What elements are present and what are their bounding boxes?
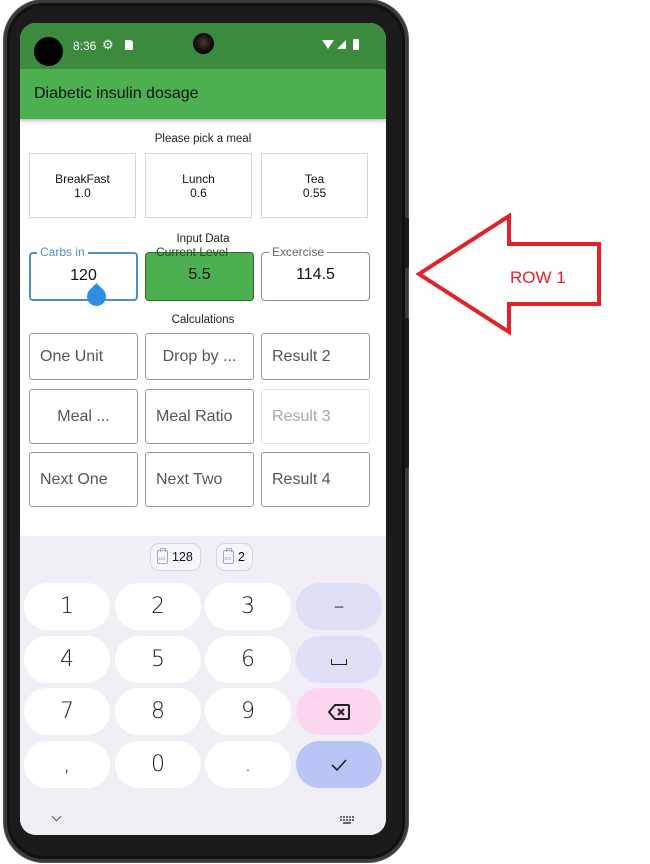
battery-icon bbox=[353, 39, 359, 50]
meal-card-lunch[interactable]: Lunch 0.6 bbox=[145, 153, 252, 218]
carbs-in-label: Carbs in bbox=[37, 245, 88, 259]
camera-cutout-icon bbox=[34, 37, 63, 66]
key-4[interactable]: 4 bbox=[24, 636, 110, 683]
clipboard-numbers-icon bbox=[223, 548, 234, 564]
current-level-label: Current Level bbox=[156, 245, 229, 259]
calc-result-2[interactable]: Result 2 bbox=[261, 333, 370, 380]
carbs-in-field[interactable]: Carbs in 120 bbox=[29, 245, 138, 301]
key-space[interactable] bbox=[296, 636, 382, 683]
calc-meal-ratio[interactable]: Meal Ratio bbox=[145, 389, 254, 444]
calculations-label: Calculations bbox=[171, 314, 235, 326]
numeric-keyboard: 128 2 1 2 3 – 4 5 6 7 8 9 , 0 . bbox=[20, 536, 386, 835]
carbs-in-value[interactable]: 120 bbox=[31, 267, 136, 285]
current-level-value[interactable]: 5.5 bbox=[146, 266, 253, 284]
current-level-field[interactable]: Current Level 5.5 bbox=[145, 245, 254, 301]
calc-one-unit[interactable]: One Unit bbox=[29, 333, 138, 380]
key-backspace[interactable] bbox=[296, 688, 382, 735]
volume-button bbox=[405, 318, 409, 468]
exercise-value[interactable]: 114.5 bbox=[262, 266, 369, 284]
calc-meal[interactable]: Meal ... bbox=[29, 389, 138, 444]
meal-ratio: 1.0 bbox=[74, 185, 91, 200]
clipboard-suggestion-chip[interactable]: 2 bbox=[216, 543, 253, 571]
meal-ratio: 0.6 bbox=[190, 185, 207, 200]
status-bar: 8:36 ⚙ bbox=[20, 23, 386, 69]
backspace-icon bbox=[328, 703, 350, 720]
key-minus[interactable]: – bbox=[296, 583, 382, 630]
calc-next-one[interactable]: Next One bbox=[29, 452, 138, 507]
status-time: 8:36 bbox=[73, 39, 97, 53]
meal-name: Lunch bbox=[182, 171, 215, 186]
key-8[interactable]: 8 bbox=[115, 688, 201, 735]
meal-card-tea[interactable]: Tea 0.55 bbox=[261, 153, 368, 218]
front-camera-icon bbox=[193, 33, 214, 54]
keyboard-switch-icon[interactable] bbox=[340, 816, 355, 825]
meal-card-breakfast[interactable]: BreakFast 1.0 bbox=[29, 153, 136, 218]
meal-name: BreakFast bbox=[55, 171, 110, 186]
key-3[interactable]: 3 bbox=[205, 583, 291, 630]
input-section-label: Input Data bbox=[176, 233, 230, 245]
key-period[interactable]: . bbox=[205, 741, 291, 788]
app-title: Diabetic insulin dosage bbox=[34, 85, 199, 102]
calc-drop-by[interactable]: Drop by ... bbox=[145, 333, 254, 380]
key-1[interactable]: 1 bbox=[24, 583, 110, 630]
key-0[interactable]: 0 bbox=[115, 741, 201, 788]
wifi-icon bbox=[322, 40, 334, 49]
clipboard-numbers-icon bbox=[157, 548, 168, 564]
key-done[interactable] bbox=[296, 741, 382, 788]
checkmark-icon bbox=[331, 758, 347, 771]
key-6[interactable]: 6 bbox=[205, 636, 291, 683]
key-2[interactable]: 2 bbox=[115, 583, 201, 630]
meal-section-label: Please pick a meal bbox=[154, 133, 252, 145]
space-icon bbox=[331, 658, 347, 665]
annotation-label: ROW 1 bbox=[510, 268, 566, 287]
calc-next-two[interactable]: Next Two bbox=[145, 452, 254, 507]
key-comma[interactable]: , bbox=[24, 741, 110, 788]
app-bar: Diabetic insulin dosage bbox=[20, 69, 386, 119]
calc-result-3: Result 3 bbox=[261, 389, 370, 444]
clipboard-suggestion-chip[interactable]: 128 bbox=[150, 543, 201, 571]
key-7[interactable]: 7 bbox=[24, 688, 110, 735]
hide-keyboard-chevron-icon[interactable] bbox=[51, 811, 62, 822]
cell-signal-icon bbox=[337, 40, 346, 49]
meal-name: Tea bbox=[304, 171, 325, 186]
meal-ratio: 0.55 bbox=[302, 185, 327, 200]
key-5[interactable]: 5 bbox=[115, 636, 201, 683]
sd-card-icon bbox=[125, 40, 133, 50]
key-9[interactable]: 9 bbox=[205, 688, 291, 735]
phone-screen: 8:36 ⚙ Diabetic insulin dosage Please pi… bbox=[20, 23, 386, 835]
power-button bbox=[405, 218, 409, 268]
exercise-label: Excercise bbox=[269, 245, 328, 259]
exercise-field[interactable]: Excercise 114.5 bbox=[261, 245, 370, 301]
suggestion-text: 2 bbox=[238, 550, 245, 564]
settings-gear-icon: ⚙ bbox=[102, 37, 114, 52]
suggestion-text: 128 bbox=[172, 550, 193, 564]
calc-result-4[interactable]: Result 4 bbox=[261, 452, 370, 507]
